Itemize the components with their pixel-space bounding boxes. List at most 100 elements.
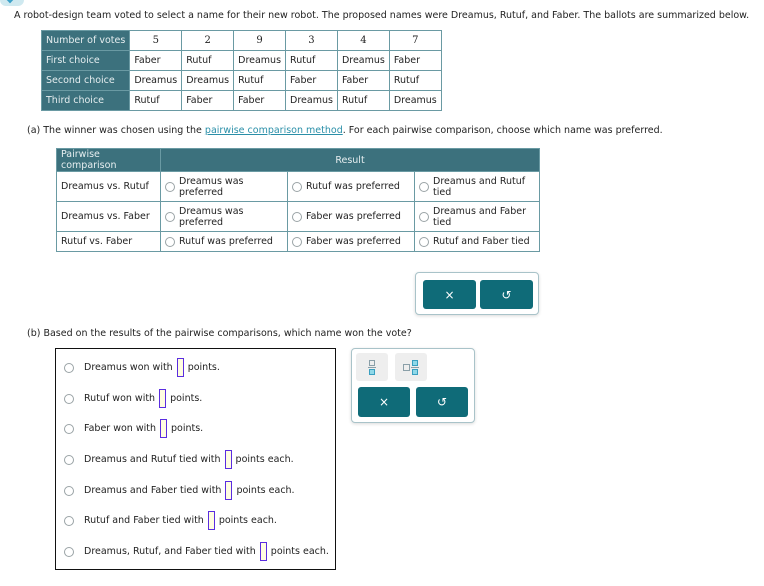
radio-button[interactable] [292, 181, 302, 192]
points-input[interactable] [159, 389, 167, 408]
vote-count: 3 [285, 30, 338, 51]
radio-button[interactable] [64, 546, 74, 557]
option-text-before: Faber won with [84, 423, 156, 434]
row-header: Third choice [40, 90, 131, 111]
radio-button[interactable] [165, 211, 175, 222]
radio-button[interactable] [64, 362, 74, 373]
ballot-cell: Dreamus [285, 90, 338, 111]
result-option[interactable]: Dreamus was preferred [160, 201, 288, 232]
part-a-toolbox: × ↺ [415, 272, 539, 315]
close-icon: × [444, 287, 455, 302]
option-label: Faber was preferred [306, 236, 401, 247]
answer-option[interactable]: Rutuf and Faber tied with points each. [64, 511, 277, 530]
ballot-cell: Faber [181, 90, 235, 111]
comparison-label: Dreamus vs. Faber [56, 201, 161, 232]
votes-row: Number of votes 5 2 9 3 4 7 [40, 30, 442, 51]
ballot-cell: Rutuf [181, 50, 235, 71]
mixed-number-button[interactable] [395, 353, 427, 381]
pairwise-table: Pairwise comparison Result Dreamus vs. R… [56, 148, 540, 252]
clear-button[interactable]: × [358, 387, 410, 417]
radio-button[interactable] [419, 211, 429, 222]
points-input[interactable] [259, 542, 267, 561]
result-option[interactable]: Dreamus and Rutuf tied [414, 171, 540, 202]
comparison-label: Rutuf vs. Faber [56, 231, 161, 252]
points-input[interactable] [207, 511, 215, 530]
ballot-cell: Faber [129, 50, 183, 71]
option-label: Rutuf was preferred [306, 181, 400, 192]
fraction-button[interactable] [356, 353, 388, 381]
ballot-cell: Dreamus [233, 50, 287, 71]
pairwise-method-link[interactable]: pairwise comparison method [205, 125, 343, 136]
points-input[interactable] [160, 419, 167, 438]
option-text-before: Dreamus and Rutuf tied with [84, 454, 221, 465]
radio-button[interactable] [64, 423, 74, 434]
option-label: Dreamus was preferred [179, 175, 244, 198]
part-a-prompt: (a) The winner was chosen using the pair… [27, 125, 663, 136]
second-choice-row: Second choice Dreamus Dreamus Rutuf Fabe… [40, 70, 442, 91]
points-input[interactable] [176, 358, 184, 377]
option-label: Dreamus was preferred [179, 205, 244, 228]
radio-button[interactable] [64, 515, 74, 526]
ballot-cell: Rutuf [336, 90, 390, 111]
option-text-before: Rutuf won with [84, 393, 156, 404]
answer-option[interactable]: Dreamus and Rutuf tied with points each. [64, 450, 294, 469]
row-header: Second choice [40, 70, 131, 91]
radio-button[interactable] [419, 181, 429, 192]
answer-option[interactable]: Faber won with points. [64, 419, 203, 438]
vote-count: 9 [233, 30, 287, 51]
header-comparison: Pairwise comparison [56, 148, 161, 172]
ballot-cell: Faber [233, 90, 287, 111]
radio-button[interactable] [165, 236, 175, 247]
mixed-number-icon [403, 359, 419, 375]
result-option[interactable]: Faber was preferred [287, 201, 415, 232]
option-text-after: points each. [235, 454, 294, 465]
result-option[interactable]: Rutuf was preferred [160, 231, 288, 252]
points-input[interactable] [224, 450, 232, 469]
answer-option[interactable]: Rutuf won with points. [64, 389, 202, 408]
result-option[interactable]: Dreamus and Faber tied [414, 201, 540, 232]
result-option[interactable]: Rutuf was preferred [287, 171, 415, 202]
undo-button[interactable]: ↺ [480, 280, 533, 309]
vote-count: 2 [181, 30, 235, 51]
ballot-cell: Rutuf [388, 70, 442, 91]
option-text-before: Rutuf and Faber tied with [84, 515, 204, 526]
collapse-tab[interactable] [0, 0, 24, 6]
ballot-cell: Dreamus [336, 50, 390, 71]
option-label: Faber was preferred [306, 211, 401, 222]
option-text-after: points each. [236, 485, 295, 496]
option-text-before: Dreamus, Rutuf, and Faber tied with [84, 546, 256, 557]
pairwise-row: Dreamus vs. Faber Dreamus was preferred … [56, 201, 540, 232]
vote-count: 7 [388, 30, 442, 51]
option-text-after: points each. [270, 546, 329, 557]
result-option[interactable]: Rutuf and Faber tied [414, 231, 540, 252]
option-text-after: points. [170, 393, 203, 404]
ballot-cell: Dreamus [129, 70, 183, 91]
part-a-suffix: . For each pairwise comparison, choose w… [342, 125, 663, 136]
radio-button[interactable] [64, 485, 74, 496]
first-choice-row: First choice Faber Rutuf Dreamus Rutuf D… [40, 50, 442, 71]
answer-option[interactable]: Dreamus, Rutuf, and Faber tied with poin… [64, 542, 329, 561]
answer-option[interactable]: Dreamus and Faber tied with points each. [64, 481, 295, 500]
radio-button[interactable] [165, 181, 175, 192]
option-label: Rutuf and Faber tied [433, 236, 530, 247]
radio-button[interactable] [64, 454, 74, 465]
clear-button[interactable]: × [423, 280, 476, 309]
undo-button[interactable]: ↺ [416, 387, 468, 417]
radio-button[interactable] [292, 211, 302, 222]
ballot-cell: Faber [388, 50, 442, 71]
radio-button[interactable] [292, 236, 302, 247]
part-b-prompt: (b) Based on the results of the pairwise… [27, 328, 412, 339]
radio-button[interactable] [419, 236, 429, 247]
ballot-cell: Faber [336, 70, 390, 91]
third-choice-row: Third choice Rutuf Faber Faber Dreamus R… [40, 90, 442, 111]
option-label: Dreamus and Rutuf tied [433, 175, 526, 198]
pairwise-row: Dreamus vs. Rutuf Dreamus was preferred … [56, 171, 540, 202]
radio-button[interactable] [64, 393, 74, 404]
result-option[interactable]: Faber was preferred [287, 231, 415, 252]
header-result: Result [160, 148, 540, 172]
points-input[interactable] [225, 481, 233, 500]
answer-option[interactable]: Dreamus won with points. [64, 358, 220, 377]
undo-icon: ↺ [501, 287, 512, 302]
vote-count: 5 [129, 30, 183, 51]
result-option[interactable]: Dreamus was preferred [160, 171, 288, 202]
